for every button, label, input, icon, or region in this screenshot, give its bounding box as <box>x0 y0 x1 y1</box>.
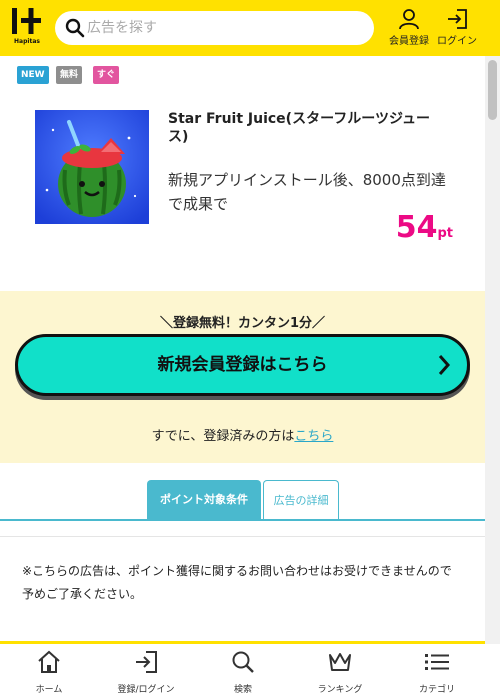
login-link[interactable]: こちら <box>294 429 333 444</box>
tab-ad-details[interactable]: 広告の詳細 <box>263 480 339 520</box>
registration-section: ＼登録無料！カンタン1分／ 新規会員登録はこちら すでに、登録済みの方はこちら <box>0 291 485 463</box>
login-icon <box>448 9 467 29</box>
app-thumbnail[interactable] <box>35 110 149 224</box>
register-button-label: 新規会員登録はこちら <box>157 355 328 375</box>
offer-description: 新規アプリインストール後、8000点到達で成果で <box>168 171 446 213</box>
logo-subtitle: Hapitas <box>14 38 40 45</box>
login-prompt-text: すでに、登録済みの方は <box>151 429 295 444</box>
login-button[interactable]: ログイン <box>433 8 481 50</box>
tab-underline <box>0 519 485 521</box>
points-unit: pt <box>437 226 453 241</box>
logo-mark-icon <box>12 8 41 34</box>
list-icon <box>425 654 449 670</box>
login-label: ログイン <box>437 36 477 47</box>
nav-ranking[interactable]: ランキング <box>300 650 380 698</box>
tab-point-conditions[interactable]: ポイント対象条件 <box>147 480 261 520</box>
points-reward: 54pt <box>396 210 453 245</box>
search-bar[interactable] <box>55 11 374 45</box>
home-icon <box>38 650 60 673</box>
register-button[interactable]: 新規会員登録はこちら <box>15 334 470 396</box>
login-icon <box>136 651 157 673</box>
search-icon <box>232 651 254 673</box>
signup-label: 会員登録 <box>389 36 429 47</box>
points-value: 54 <box>395 210 438 245</box>
user-icon <box>399 9 419 30</box>
nav-search-label: 検索 <box>233 685 252 695</box>
chevron-right-icon <box>438 355 451 375</box>
nav-login[interactable]: 登録/ログイン <box>106 650 186 698</box>
search-icon <box>65 18 85 38</box>
app-header: Hapitas 会員登録 ログイン <box>0 0 500 56</box>
page-scrollbar[interactable] <box>485 56 500 644</box>
scrollbar-thumb[interactable] <box>488 60 497 120</box>
inquiry-notice: ※こちらの広告は、ポイント獲得に関するお問い合わせはお受けできませんので予めご了… <box>22 564 452 601</box>
watermelon-juice-icon <box>35 110 149 224</box>
nav-ranking-label: ランキング <box>317 685 363 695</box>
bottom-navigation: ホーム 登録/ログイン 検索 ランキング カテゴリ <box>0 644 485 700</box>
nav-category[interactable]: カテゴリ <box>397 650 477 698</box>
nav-category-label: カテゴリ <box>418 685 455 695</box>
section-divider <box>0 536 485 537</box>
crown-icon <box>329 653 351 671</box>
badge-free: 無料 <box>56 66 83 84</box>
signup-button[interactable]: 会員登録 <box>385 8 433 50</box>
badge-instant: すぐ <box>93 66 120 84</box>
nav-search[interactable]: 検索 <box>203 650 283 698</box>
offer-title: Star Fruit Juice(スターフルーツジュース) <box>168 111 430 145</box>
nav-home[interactable]: ホーム <box>9 650 89 698</box>
nav-home-label: ホーム <box>35 685 63 695</box>
badge-new: NEW <box>17 66 49 84</box>
nav-login-label: 登録/ログイン <box>117 685 175 695</box>
registration-tagline: ＼登録無料！カンタン1分／ <box>159 316 326 331</box>
login-prompt: すでに、登録済みの方はこちら <box>0 425 485 444</box>
search-input[interactable] <box>87 11 367 45</box>
hapitas-logo[interactable]: Hapitas <box>10 6 44 46</box>
